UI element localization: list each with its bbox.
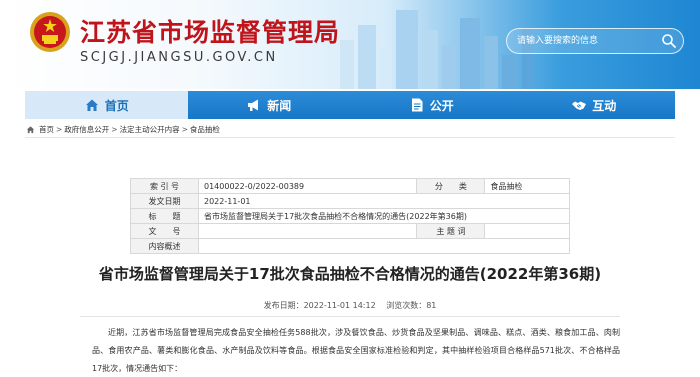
publish-date-label: 发布日期： (263, 301, 304, 310)
breadcrumb-item-statutory[interactable]: 法定主动公开内容 (120, 124, 180, 135)
doc-number-label: 文 号 (130, 223, 199, 239)
main-nav: 首页 新闻 公开 互动 (25, 91, 675, 119)
breadcrumb: 首页 > 政府信息公开 > 法定主动公开内容 > 食品抽检 (26, 124, 220, 135)
view-count-label: 浏览次数： (386, 301, 427, 310)
nav-item-label: 首页 (104, 98, 129, 113)
breadcrumb-item-gov-info[interactable]: 政府信息公开 (64, 124, 109, 135)
site-domain: SCJGJ.JIANGSU.GOV.CN (80, 50, 278, 65)
table-row: 索 引 号 01400022-0/2022-00389 分 类 食品抽检 (130, 178, 570, 194)
home-icon (85, 99, 98, 111)
document-icon (411, 98, 423, 112)
breadcrumb-separator: > (56, 125, 63, 134)
index-label: 索 引 号 (130, 178, 199, 194)
search-icon[interactable] (661, 33, 677, 49)
view-count: 浏览次数：81 (386, 301, 436, 310)
meta-divider (80, 316, 620, 317)
search-box (506, 28, 684, 54)
doc-number-value (197, 223, 418, 239)
breadcrumb-separator: > (181, 125, 188, 134)
category-label: 分 类 (416, 178, 486, 194)
article-meta: 发布日期：2022-11-01 14:12 浏览次数：81 (0, 300, 700, 311)
title-value: 省市场监督管理局关于17批次食品抽检不合格情况的通告(2022年第36期) (198, 208, 570, 224)
nav-item-label: 新闻 (267, 98, 292, 113)
issue-date-value: 2022-11-01 (198, 193, 570, 209)
subject-words-value (484, 223, 570, 239)
national-emblem-icon (30, 12, 70, 52)
article-title: 省市场监督管理局关于17批次食品抽检不合格情况的通告(2022年第36期) (98, 265, 602, 283)
breadcrumb-item-food-check[interactable]: 食品抽检 (190, 124, 220, 135)
site-title[interactable]: 江苏省市场监督管理局 (80, 13, 340, 49)
subject-words-label: 主 题 词 (416, 223, 486, 239)
category-value: 食品抽检 (484, 178, 570, 194)
nav-item-label: 互动 (592, 98, 617, 113)
article-paragraph: 近期，江苏省市场监督管理局完成食品安全抽检任务588批次，涉及餐饮食品、炒货食品… (92, 328, 620, 373)
index-value: 01400022-0/2022-00389 (197, 178, 418, 194)
home-icon (26, 126, 35, 134)
table-row: 标 题 省市场监督管理局关于17批次食品抽检不合格情况的通告(2022年第36期… (130, 208, 570, 224)
summary-label: 内容概述 (130, 238, 199, 254)
search-input[interactable] (517, 29, 657, 53)
document-info-table: 索 引 号 01400022-0/2022-00389 分 类 食品抽检 发文日… (130, 178, 570, 254)
table-row: 发文日期 2022-11-01 (130, 193, 570, 209)
nav-item-label: 公开 (429, 98, 454, 113)
handshake-icon (572, 101, 587, 110)
megaphone-icon (248, 99, 259, 111)
title-label: 标 题 (130, 208, 199, 224)
article-body: 近期，江苏省市场监督管理局完成食品安全抽检任务588批次，涉及餐饮食品、炒货食品… (92, 324, 620, 377)
site-header: 江苏省市场监督管理局 SCJGJ.JIANGSU.GOV.CN (0, 0, 700, 89)
table-row: 内容概述 (130, 238, 570, 254)
breadcrumb-separator: > (111, 125, 118, 134)
nav-item-open[interactable]: 公开 (350, 91, 513, 119)
nav-item-news[interactable]: 新闻 (188, 91, 351, 119)
summary-value (198, 238, 570, 254)
view-count-value: 81 (426, 301, 437, 310)
publish-date-value: 2022-11-01 14:12 (303, 301, 376, 310)
nav-item-home[interactable]: 首页 (25, 91, 188, 119)
nav-item-interact[interactable]: 互动 (513, 91, 676, 119)
table-row: 文 号 主 题 词 (130, 223, 570, 239)
publish-date: 发布日期：2022-11-01 14:12 (264, 301, 376, 310)
breadcrumb-divider (25, 137, 675, 138)
breadcrumb-item-home[interactable]: 首页 (39, 124, 54, 135)
issue-date-label: 发文日期 (130, 193, 199, 209)
